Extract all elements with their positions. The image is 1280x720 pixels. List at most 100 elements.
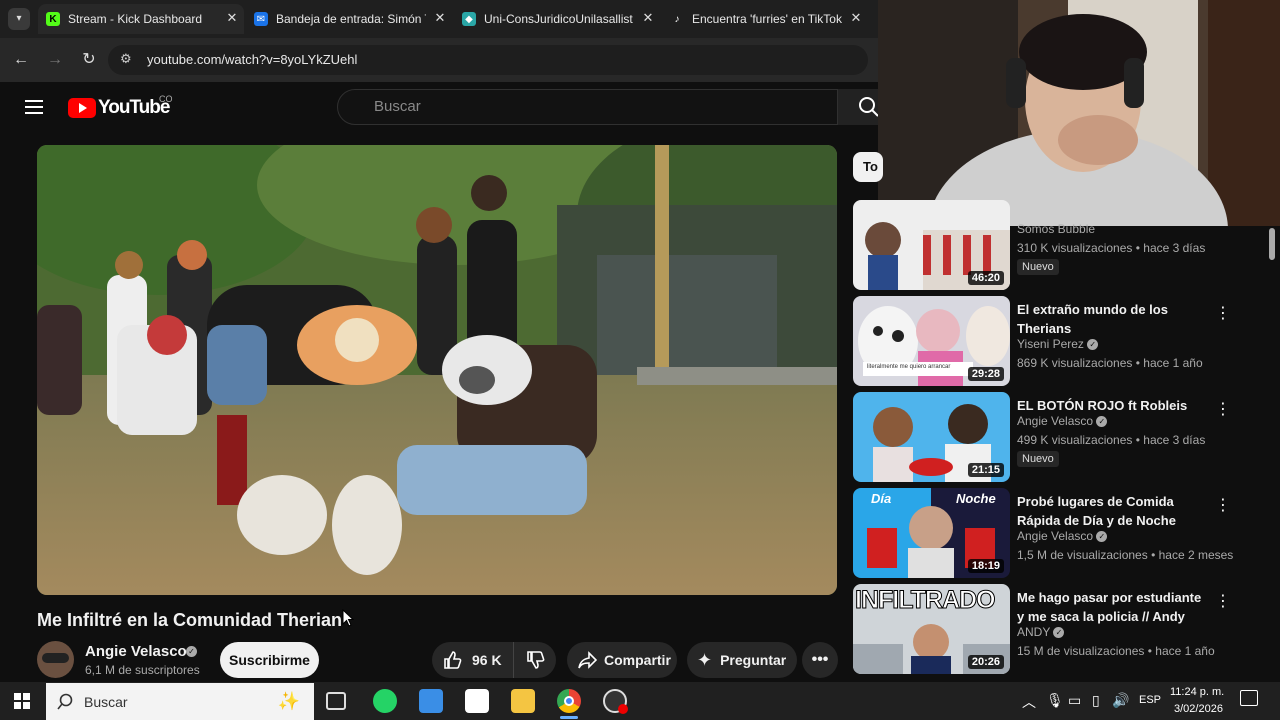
video-frame xyxy=(37,145,837,595)
more-actions-icon[interactable]: ⋮ xyxy=(1215,496,1231,516)
reload-icon[interactable]: ↻ xyxy=(78,49,100,71)
channel-name[interactable]: Angie Velasco ✓ xyxy=(1017,529,1108,543)
ask-button[interactable]: ✦ Preguntar xyxy=(687,642,797,678)
search-input[interactable]: Buscar xyxy=(337,89,838,125)
video-player[interactable] xyxy=(37,145,837,595)
duration-badge: 29:28 xyxy=(967,367,1004,381)
close-icon[interactable]: ✕ xyxy=(224,10,240,26)
windows-start-icon[interactable] xyxy=(14,693,30,709)
video-meta: 1,5 M de visualizaciones • hace 2 meses xyxy=(1017,548,1234,562)
video-title: Me Infiltré en la Comunidad Therian xyxy=(37,610,343,630)
subscribe-button[interactable]: Suscribirme xyxy=(220,642,319,678)
more-options-button[interactable]: ••• xyxy=(802,642,838,678)
channel-avatar[interactable] xyxy=(37,641,74,678)
url-text: youtube.com/watch?v=8yoLYkZUehl xyxy=(147,52,358,67)
notifications-icon[interactable] xyxy=(1240,690,1258,706)
channel-name[interactable]: Angie Velasco ✓ xyxy=(1017,414,1108,428)
like-button[interactable]: 96 K xyxy=(432,642,514,678)
volume-icon[interactable]: 🔊 xyxy=(1112,692,1129,709)
youtube-logo[interactable]: YouTube xyxy=(68,97,170,119)
video-title[interactable]: Me hago pasar por estudiante y me saca l… xyxy=(1017,588,1207,626)
like-count: 96 K xyxy=(472,652,502,668)
kick-icon: K xyxy=(46,12,60,26)
thumbnail[interactable]: literalmente me quiero arrancar 29:28 xyxy=(853,296,1010,386)
more-horizontal-icon: ••• xyxy=(811,651,829,668)
chip-label: To xyxy=(863,159,878,174)
thumbs-down-icon xyxy=(527,651,545,669)
site-info-icon[interactable]: ⚙ xyxy=(120,51,132,67)
close-icon[interactable]: ✕ xyxy=(640,10,656,26)
clock-date[interactable]: 3/02/2026 xyxy=(1174,703,1223,715)
tab-mail[interactable]: ✉ Bandeja de entrada: Simón T ✕ xyxy=(246,4,452,34)
obs-icon[interactable] xyxy=(603,689,628,714)
thumbnail-caption: literalmente me quiero arrancar xyxy=(867,364,951,370)
new-badge: Nuevo xyxy=(1017,451,1059,467)
search-icon xyxy=(57,693,73,709)
ask-label: Preguntar xyxy=(720,652,787,668)
microphone-icon[interactable]: 🎙 xyxy=(1046,692,1064,709)
browser-tab-bar: ▾ K Stream - Kick Dashboard ✕ ✉ Bandeja … xyxy=(0,0,878,38)
search-placeholder: Buscar xyxy=(374,98,421,115)
close-icon[interactable]: ✕ xyxy=(432,10,448,26)
close-icon[interactable]: ✕ xyxy=(848,10,864,26)
store-icon[interactable] xyxy=(419,689,443,713)
back-icon[interactable]: ← xyxy=(10,49,32,71)
verified-icon: ✓ xyxy=(1053,627,1065,639)
whatsapp-icon[interactable] xyxy=(373,689,397,713)
more-actions-icon[interactable]: ⋮ xyxy=(1215,400,1231,420)
chevron-up-icon[interactable]: ︿ xyxy=(1022,692,1036,712)
recommendation-card[interactable]: literalmente me quiero arrancar 29:28 El… xyxy=(853,296,1273,386)
verified-icon: ✓ xyxy=(1096,416,1108,428)
duration-badge: 18:19 xyxy=(967,559,1004,573)
video-meta: 869 K visualizaciones • hace 1 año xyxy=(1017,356,1203,370)
share-button[interactable]: Compartir xyxy=(567,642,677,678)
tab-title: Encuentra 'furries' en TikTok xyxy=(692,12,842,26)
tab-title: Stream - Kick Dashboard xyxy=(68,12,203,26)
channel-name[interactable]: ANDY ✓ xyxy=(1017,625,1065,639)
more-actions-icon[interactable]: ⋮ xyxy=(1215,304,1231,324)
verified-icon: ✓ xyxy=(1096,531,1108,543)
menu-icon[interactable] xyxy=(25,100,43,114)
tab-list-button[interactable]: ▾ xyxy=(8,8,30,30)
language-indicator[interactable]: ESP xyxy=(1139,694,1161,706)
subscriber-count: 6,1 M de suscriptores xyxy=(85,663,200,677)
capcut-icon[interactable] xyxy=(465,689,489,713)
file-explorer-icon[interactable] xyxy=(511,689,535,713)
chrome-icon[interactable] xyxy=(557,689,581,713)
channel-name[interactable]: Yiseni Perez ✓ xyxy=(1017,337,1099,351)
chip-all[interactable]: To xyxy=(853,152,883,182)
task-view-icon[interactable] xyxy=(326,692,346,710)
recommendation-card[interactable]: Día Noche 18:19 Probé lugares de Comida … xyxy=(853,488,1273,578)
dislike-button[interactable] xyxy=(514,642,556,678)
recommendation-card[interactable]: INFILTRADO 20:26 Me hago pasar por estud… xyxy=(853,584,1273,674)
thumbnail[interactable]: INFILTRADO 20:26 xyxy=(853,584,1010,674)
thumbnail[interactable]: 21:15 xyxy=(853,392,1010,482)
recommendation-card[interactable]: 21:15 EL BOTÓN ROJO ft Robleis Angie Vel… xyxy=(853,392,1273,482)
clock-time[interactable]: 11:24 p. m. xyxy=(1170,686,1224,698)
tab-kick[interactable]: K Stream - Kick Dashboard ✕ xyxy=(38,4,244,34)
scrollbar-track[interactable] xyxy=(1268,226,1276,682)
tab-teams[interactable]: ◆ Uni-ConsJuridicoUnilasallist ✕ xyxy=(454,4,660,34)
scrollbar-thumb[interactable] xyxy=(1269,228,1275,260)
tab-tiktok[interactable]: ♪ Encuentra 'furries' en TikTok ✕ xyxy=(662,4,868,34)
active-app-indicator xyxy=(560,716,578,719)
channel-name[interactable]: Angie Velasco xyxy=(85,643,187,660)
more-actions-icon[interactable]: ⋮ xyxy=(1215,592,1231,612)
network-icon[interactable]: ▭ xyxy=(1068,692,1081,709)
video-title[interactable]: El extraño mundo de los Therians xyxy=(1017,300,1207,338)
taskbar-search-input[interactable]: Buscar ✨ xyxy=(46,683,314,720)
mouse-cursor-icon xyxy=(342,609,354,627)
verified-icon: ✓ xyxy=(1087,339,1099,351)
thumbnail[interactable]: 46:20 xyxy=(853,200,1010,290)
video-title[interactable]: Probé lugares de Comida Rápida de Día y … xyxy=(1017,492,1207,530)
video-title[interactable]: EL BOTÓN ROJO ft Robleis xyxy=(1017,396,1207,415)
forward-icon[interactable]: → xyxy=(44,49,66,71)
channel-name[interactable]: Somos Bubble xyxy=(1017,222,1095,236)
webcam-feed xyxy=(878,0,1280,226)
thumbnail[interactable]: Día Noche 18:19 xyxy=(853,488,1010,578)
battery-icon[interactable]: ▯ xyxy=(1092,692,1100,709)
address-bar[interactable]: ⚙ youtube.com/watch?v=8yoLYkZUehl xyxy=(108,45,868,75)
thumbnail-label: INFILTRADO xyxy=(855,586,997,615)
search-button[interactable] xyxy=(838,89,879,125)
recommendation-card[interactable]: 46:20 Somos Bubble 310 K visualizaciones… xyxy=(853,200,1273,290)
